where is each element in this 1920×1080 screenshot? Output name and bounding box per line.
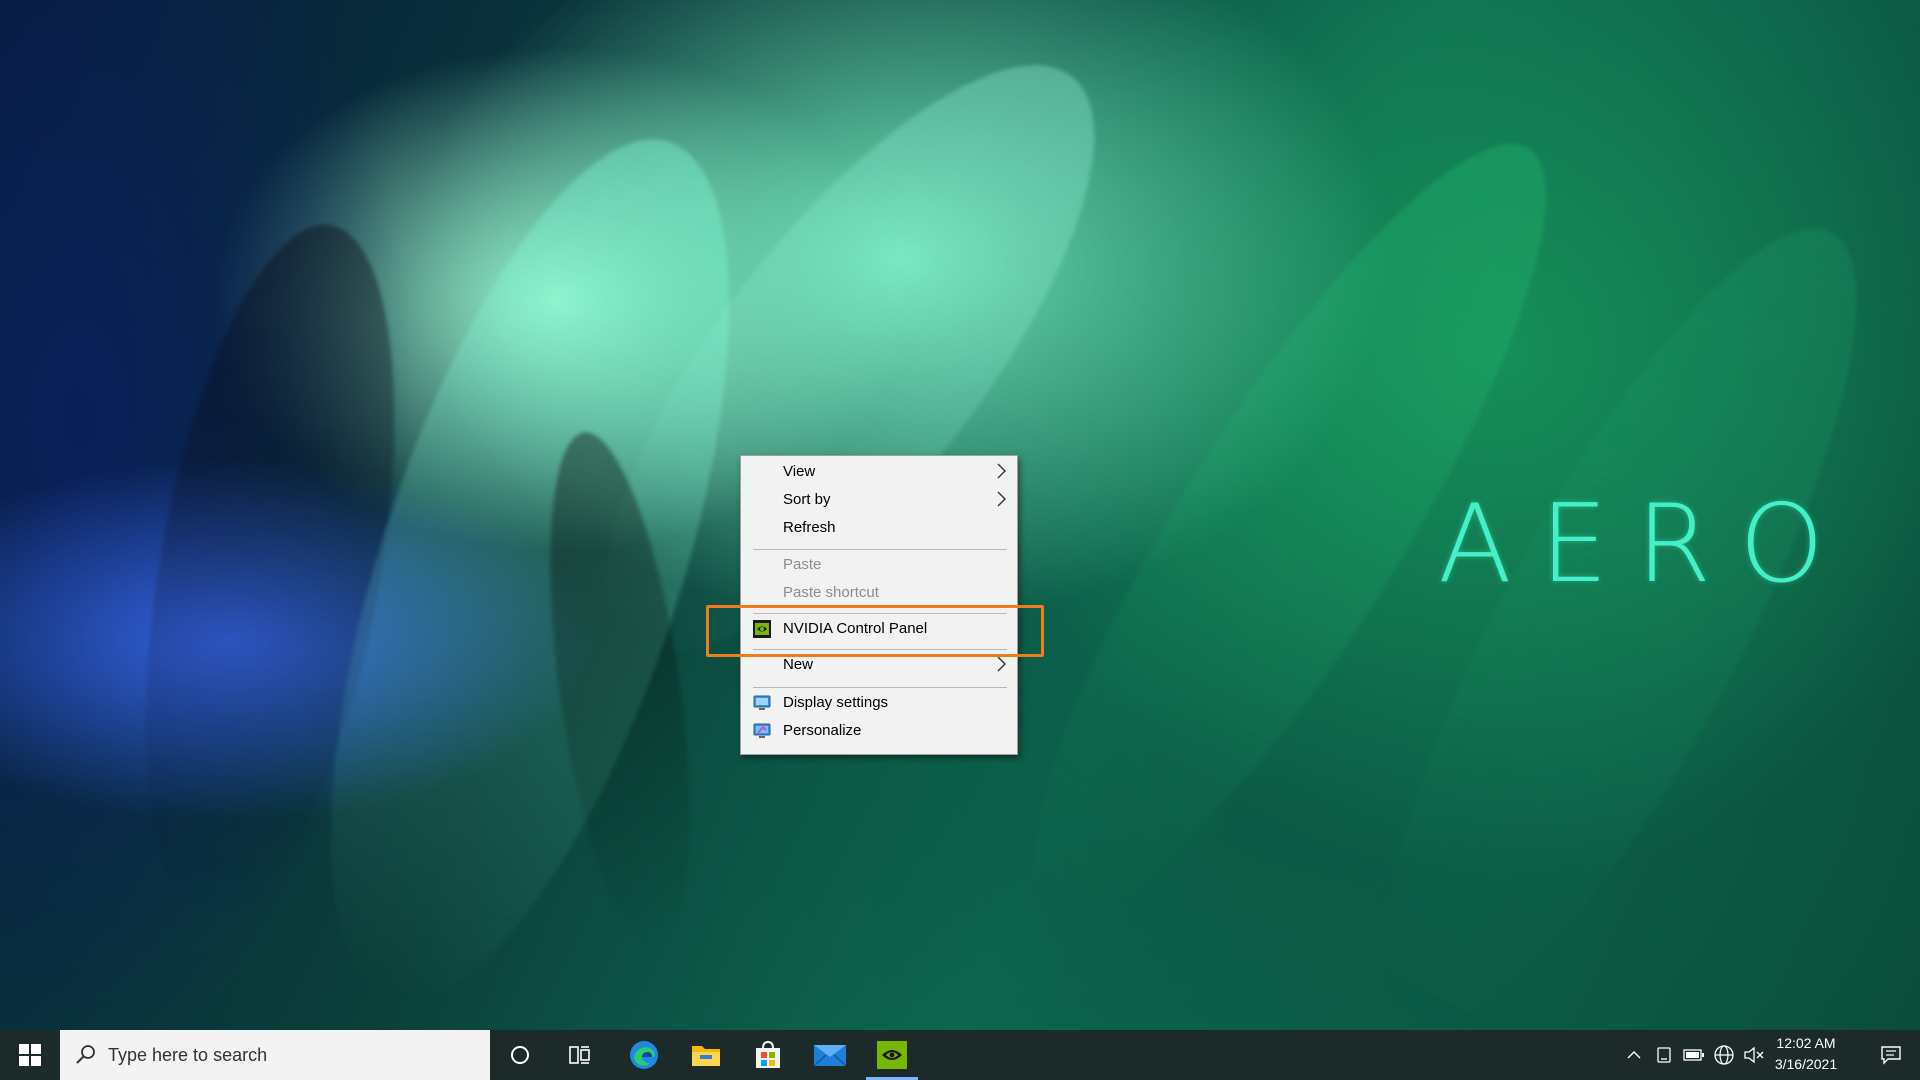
wallpaper-brand-logo: AERO (1438, 482, 1853, 607)
nvidia-icon (753, 620, 771, 638)
store-button[interactable] (738, 1030, 798, 1080)
menu-item-display-settings[interactable]: Display settings (741, 689, 1017, 717)
clock-date: 3/16/2021 (1774, 1056, 1838, 1072)
menu-item-sort-by[interactable]: Sort by (741, 486, 1017, 514)
display-settings-icon (753, 695, 771, 710)
windows-logo-icon (19, 1044, 41, 1066)
menu-item-label: View (783, 463, 816, 480)
action-center-icon (1881, 1046, 1901, 1065)
menu-separator (753, 613, 1007, 614)
volume-muted-icon (1744, 1046, 1764, 1064)
network-button[interactable] (1712, 1043, 1736, 1067)
menu-item-nvidia-control-panel[interactable]: NVIDIA Control Panel (741, 615, 1017, 643)
file-explorer-button[interactable] (676, 1030, 736, 1080)
menu-item-paste-shortcut[interactable]: Paste shortcut (741, 579, 1017, 607)
menu-item-label: Display settings (783, 694, 889, 711)
menu-item-label: Personalize (783, 722, 862, 739)
menu-item-refresh[interactable]: Refresh (741, 514, 1017, 542)
menu-separator (753, 549, 1007, 550)
desktop-context-menu: View Sort by Refresh Paste Paste shortcu… (740, 455, 1018, 755)
menu-item-label: NVIDIA Control Panel (783, 620, 928, 637)
taskbar: 12:02 AM 3/16/2021 (0, 1030, 1920, 1080)
menu-item-paste[interactable]: Paste (741, 551, 1017, 579)
chevron-right-icon (997, 656, 1006, 672)
menu-item-view[interactable]: View (741, 458, 1017, 486)
cortana-button[interactable] (490, 1030, 550, 1080)
chevron-up-icon (1627, 1051, 1641, 1059)
menu-separator (753, 649, 1007, 650)
action-center-button[interactable] (1866, 1030, 1916, 1080)
cortana-icon (511, 1046, 529, 1064)
battery-icon (1683, 1049, 1704, 1061)
battery-button[interactable] (1682, 1043, 1706, 1067)
mail-icon (813, 1045, 847, 1067)
taskbar-clock[interactable]: 12:02 AM 3/16/2021 (1766, 1033, 1846, 1075)
touch-keyboard-icon (1657, 1047, 1671, 1063)
store-icon (756, 1040, 780, 1068)
nvidia-app-button[interactable] (862, 1030, 922, 1080)
menu-item-label: Refresh (783, 519, 836, 536)
menu-item-label: Paste shortcut (783, 584, 879, 601)
file-explorer-icon (692, 1046, 720, 1066)
menu-separator (753, 687, 1007, 688)
show-hidden-icons-button[interactable] (1622, 1043, 1646, 1067)
mail-button[interactable] (800, 1030, 860, 1080)
touch-keyboard-button[interactable] (1652, 1043, 1676, 1067)
menu-item-label: New (783, 656, 814, 673)
task-view-button[interactable] (550, 1030, 610, 1080)
menu-item-personalize[interactable]: Personalize (741, 717, 1017, 745)
start-button[interactable] (0, 1030, 60, 1080)
menu-item-new[interactable]: New (741, 651, 1017, 679)
search-input[interactable] (108, 1042, 468, 1068)
taskbar-search-box[interactable] (60, 1030, 490, 1080)
clock-time: 12:02 AM (1776, 1035, 1836, 1051)
chevron-right-icon (997, 491, 1006, 507)
chevron-right-icon (997, 463, 1006, 479)
personalize-icon (753, 723, 771, 738)
task-view-icon (569, 1046, 590, 1064)
search-icon (76, 1045, 95, 1064)
network-globe-icon (1714, 1045, 1734, 1065)
edge-button[interactable] (614, 1030, 674, 1080)
edge-icon (630, 1041, 658, 1069)
menu-item-label: Sort by (783, 491, 831, 508)
volume-button[interactable] (1742, 1043, 1766, 1067)
menu-item-label: Paste (783, 556, 822, 573)
nvidia-app-icon (877, 1041, 907, 1069)
